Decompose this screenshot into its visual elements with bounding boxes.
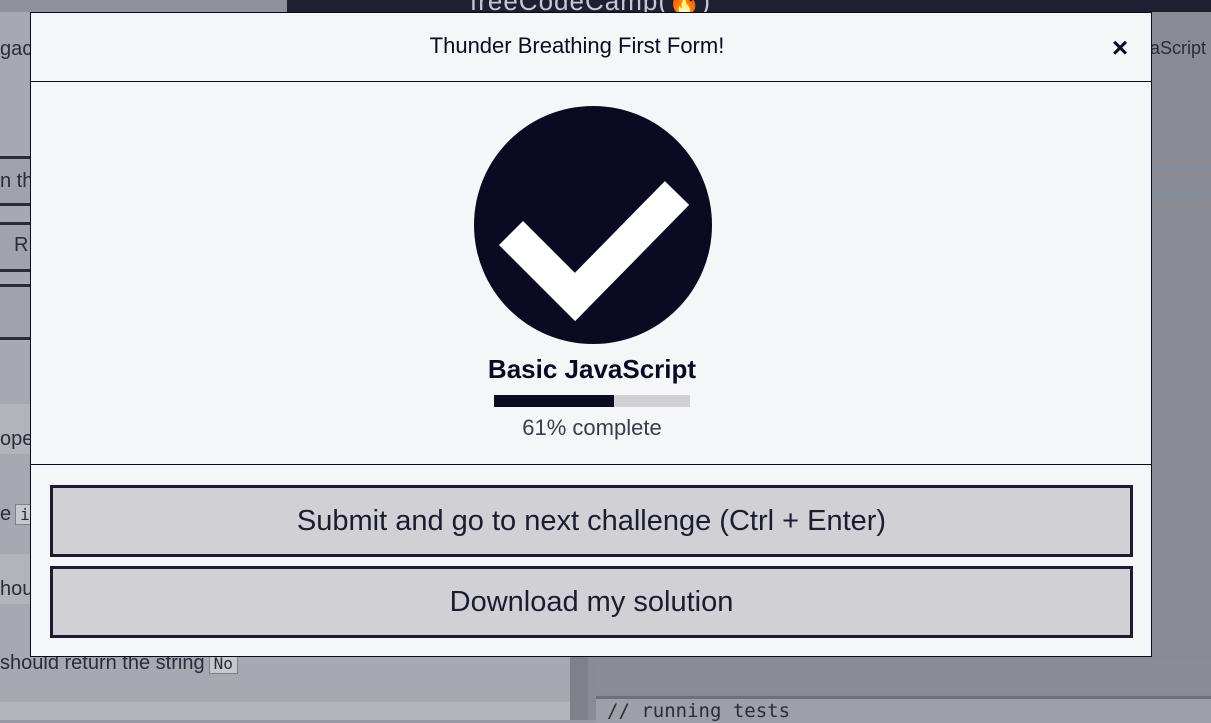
download-solution-button[interactable]: Download my solution (50, 566, 1133, 638)
close-icon: × (1111, 32, 1129, 63)
completion-modal: Thunder Breathing First Form! × Basic Ja… (30, 12, 1152, 657)
console-output: // running tests (607, 700, 791, 722)
modal-footer: Submit and go to next challenge (Ctrl + … (31, 465, 1151, 656)
editor-tab[interactable]: aScript (1150, 38, 1206, 59)
bg-text-2: n th (0, 170, 34, 192)
bg-text-3: R (14, 234, 29, 256)
bg-text-4: ope (0, 428, 34, 450)
close-button[interactable]: × (1107, 32, 1133, 63)
bg-text-5: e (0, 503, 12, 525)
modal-header: Thunder Breathing First Form! × (31, 13, 1151, 82)
editor-area (596, 660, 1211, 693)
editor-highlight (1152, 166, 1211, 196)
submit-next-challenge-button[interactable]: Submit and go to next challenge (Ctrl + … (50, 485, 1133, 557)
bg-button-edge-3[interactable] (0, 284, 33, 340)
progress-bar (494, 395, 690, 407)
bg-text-6: hou (0, 578, 34, 600)
nav-bar-left (0, 0, 287, 12)
checkmark-circle-icon (474, 106, 712, 344)
bg-test-row-5 (0, 702, 570, 720)
modal-body: Basic JavaScript 61% complete (31, 82, 1151, 465)
modal-title: Thunder Breathing First Form! (429, 33, 725, 58)
progress-text: 61% complete (522, 415, 662, 440)
progress-bar-fill (494, 395, 614, 407)
block-title: Basic JavaScript (487, 354, 697, 384)
